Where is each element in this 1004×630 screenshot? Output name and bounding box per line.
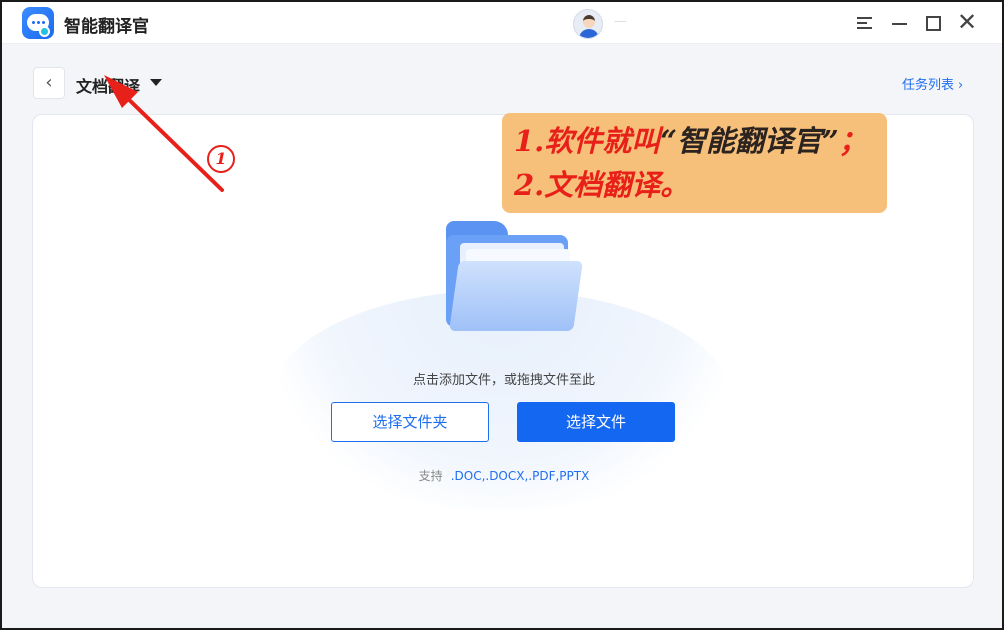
maximize-icon[interactable] (920, 10, 946, 36)
mode-title[interactable]: 文档翻译 (76, 73, 140, 97)
annotation-line-1: 1.软件就叫“智能翻译官”； (514, 119, 875, 163)
choose-file-button[interactable]: 选择文件 (517, 402, 675, 442)
task-list-label[interactable]: 任务列表 (902, 78, 954, 93)
upload-hint: 点击添加文件，或拖拽文件至此 (412, 373, 595, 388)
back-button[interactable]: ‹ (33, 67, 65, 99)
task-list-link[interactable]: 任务列表 › (902, 74, 963, 93)
formats-label: 支持 (418, 469, 443, 483)
annotation-callout: 1.软件就叫“智能翻译官”； 2.文档翻译。 (502, 113, 887, 213)
app-window: 智能翻译官 — ✕ ‹ 文档翻译 任务列表 › 点击添加文件，或拖拽文件至此 选择… (2, 2, 1002, 628)
formats-value: .DOC,.DOCX,.PDF,PPTX (450, 469, 590, 483)
app-logo-icon (22, 7, 54, 39)
choose-folder-button[interactable]: 选择文件夹 (331, 402, 489, 442)
minimize-icon[interactable] (886, 10, 912, 36)
folder-icon (446, 221, 586, 341)
caret-down-icon[interactable] (150, 79, 162, 86)
close-icon[interactable]: ✕ (954, 10, 980, 36)
user-name[interactable]: — (614, 14, 627, 29)
menu-icon[interactable] (852, 10, 878, 36)
supported-formats: 支持 .DOC,.DOCX,.PDF,PPTX (33, 467, 973, 484)
annotation-line-1-prefix: 1.软件就叫 (514, 124, 661, 158)
user-avatar[interactable] (573, 9, 603, 39)
app-title: 智能翻译官 (64, 17, 149, 37)
title-bar: 智能翻译官 — ✕ (2, 2, 1002, 44)
annotation-line-1-suffix: ； (838, 124, 868, 158)
annotation-line-2: 2.文档翻译。 (514, 168, 690, 202)
annotation-marker: 1 (207, 145, 235, 173)
annotation-line-1-name: “智能翻译官” (660, 124, 839, 158)
chevron-right-icon: › (958, 78, 964, 93)
